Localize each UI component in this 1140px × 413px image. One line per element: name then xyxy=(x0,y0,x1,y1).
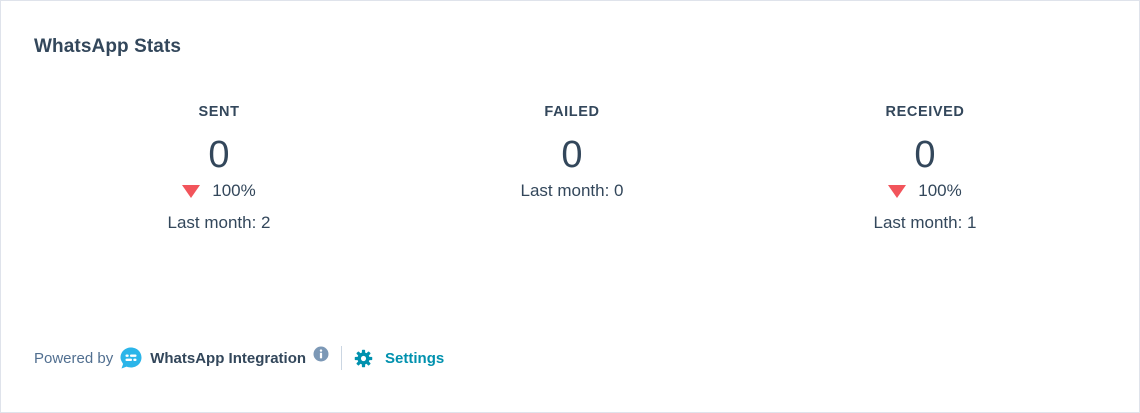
integration-name: WhatsApp Integration xyxy=(150,349,307,367)
whatsapp-integration-logo-icon xyxy=(120,347,142,369)
gear-icon xyxy=(354,349,373,367)
settings-label[interactable]: Settings xyxy=(385,350,444,367)
stat-change: 100% xyxy=(805,180,1045,202)
card-footer: Powered by WhatsApp Integration Settings xyxy=(34,344,444,372)
stat-change-percent: 100% xyxy=(918,181,962,200)
stat-value: 0 xyxy=(914,134,936,176)
footer-divider xyxy=(341,346,343,370)
stat-last-month: Last month: 1 xyxy=(873,213,977,232)
info-icon[interactable] xyxy=(313,346,329,362)
stat-label: RECEIVED xyxy=(885,104,965,120)
stat-last-month: Last month: 0 xyxy=(520,181,624,200)
stat-change-percent: 100% xyxy=(212,181,256,200)
stat-failed: FAILED 0 Last month: 0 xyxy=(452,101,692,202)
stat-label: FAILED xyxy=(544,104,600,120)
whatsapp-stats-card: WhatsApp Stats SENT 0 100% Last month: 2… xyxy=(0,0,1140,413)
stat-change: 100% xyxy=(99,180,339,202)
stat-value: 0 xyxy=(561,134,583,176)
decrease-arrow-icon xyxy=(182,185,201,198)
stat-sent: SENT 0 100% Last month: 2 xyxy=(99,101,339,234)
stat-last-month: Last month: 2 xyxy=(167,213,271,232)
decrease-arrow-icon xyxy=(888,185,907,198)
stat-value: 0 xyxy=(208,134,230,176)
settings-link[interactable]: Settings xyxy=(354,349,444,368)
stat-label: SENT xyxy=(198,104,240,120)
card-title: WhatsApp Stats xyxy=(34,36,182,57)
stat-received: RECEIVED 0 100% Last month: 1 xyxy=(805,101,1045,234)
powered-by-label: Powered by xyxy=(34,349,114,367)
